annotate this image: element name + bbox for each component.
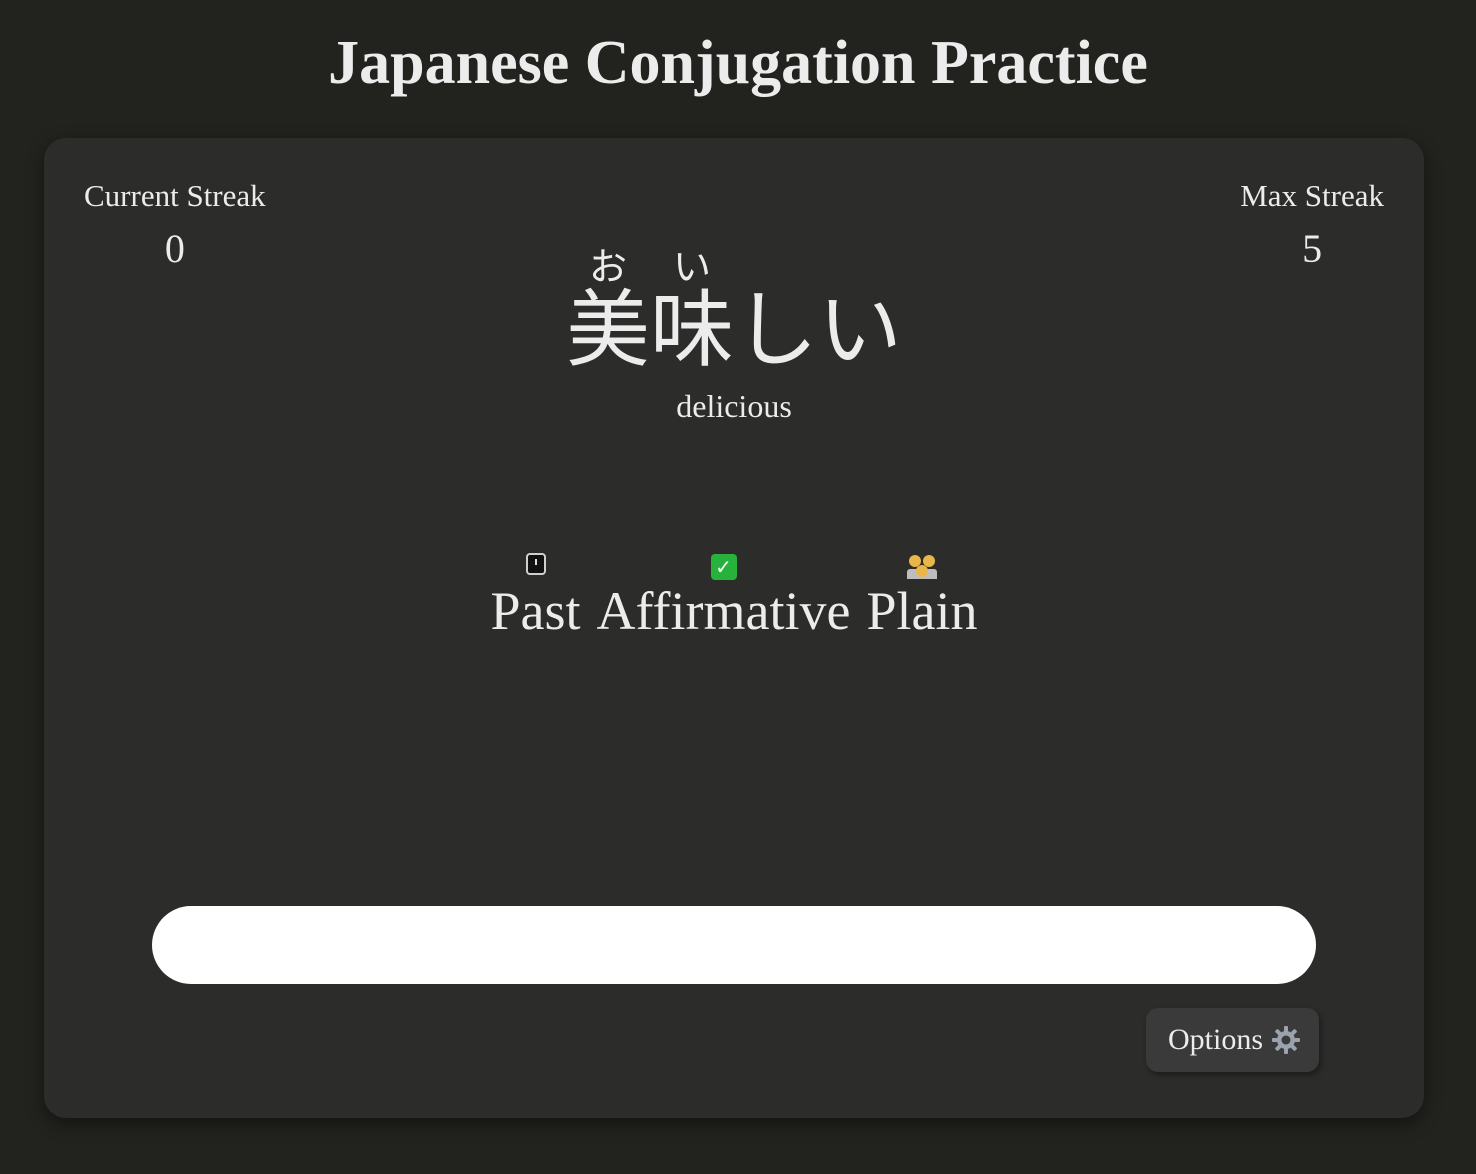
current-streak-label: Current Streak [84, 178, 266, 213]
stopwatch-icon [525, 553, 546, 575]
page-title: Japanese Conjugation Practice [328, 29, 1148, 97]
polarity-label: Affirmative [596, 581, 851, 641]
kanji-1: 美 [565, 281, 650, 379]
people-icon [906, 553, 937, 579]
kanji-2: 味 [649, 281, 734, 379]
word-display: 美お味いしい delicious [44, 246, 1424, 426]
word-text: 美お味いしい [566, 246, 902, 380]
options-button[interactable]: Options [1146, 1008, 1320, 1072]
polarity-part: ✓ Affirmative [596, 550, 851, 642]
tense-part: Past [491, 550, 581, 642]
formality-part: Plain [866, 550, 977, 642]
gear-icon [1271, 1025, 1301, 1055]
word-meaning: delicious [676, 388, 792, 424]
max-streak-label: Max Streak [1240, 178, 1384, 213]
furigana-1: お [565, 245, 650, 289]
answer-input[interactable] [152, 906, 1316, 984]
check-mark-icon: ✓ [710, 554, 737, 580]
furigana-2: い [649, 245, 734, 289]
conjugation-target: Past ✓ Affirmative Plain [44, 550, 1424, 642]
kanji-with-furigana-2: 味い [649, 247, 734, 379]
okurigana: しい [734, 281, 903, 379]
options-label: Options [1168, 1023, 1264, 1056]
kanji-with-furigana-1: 美お [565, 247, 650, 379]
formality-label: Plain [866, 581, 978, 641]
practice-card: Current Streak 0 Max Streak 5 美お味いしい del… [44, 138, 1424, 1118]
tense-label: Past [490, 581, 581, 641]
